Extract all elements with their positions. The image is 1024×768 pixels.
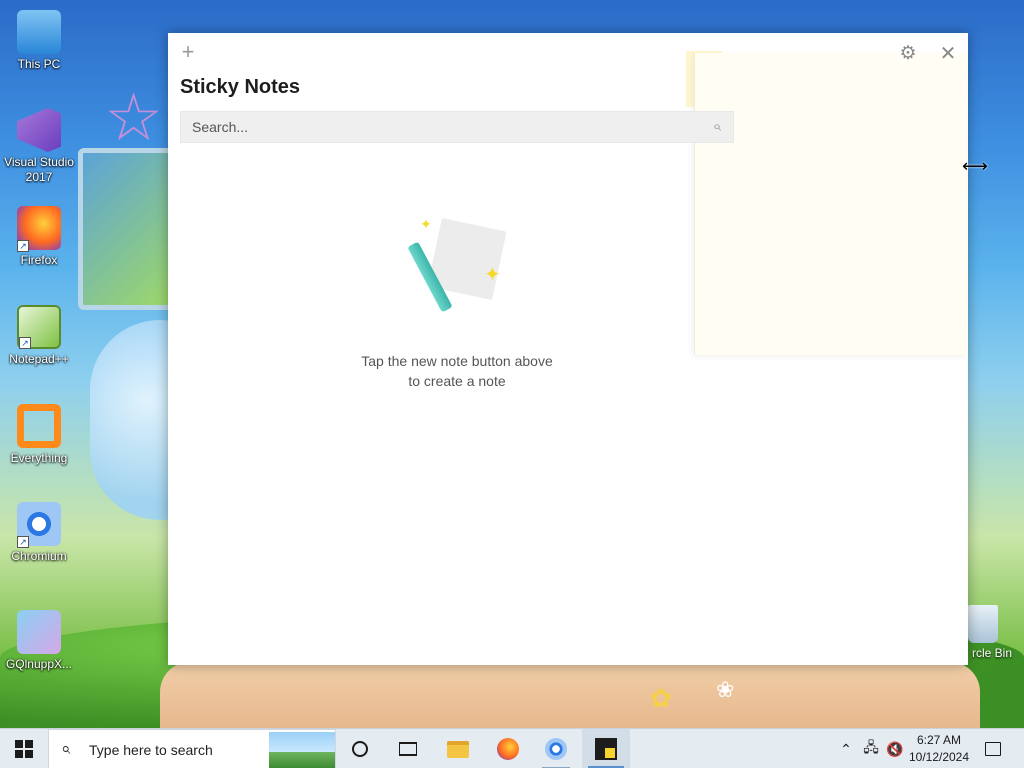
volume-muted-icon: 🔇 [886,740,904,757]
desktop-icon-label: Visual Studio 2017 [4,155,74,184]
everything-icon [17,404,61,448]
desktop-icon-label: Firefox [20,253,58,267]
taskbar-search-box[interactable]: ⌕ Type here to search [48,729,336,768]
chromium-icon: ↗ [17,502,61,548]
shortcut-arrow-icon: ↗ [17,536,29,548]
sticky-notes-icon [595,738,617,760]
wallpaper-ground [160,662,980,730]
empty-state-line: to create a note [408,373,506,389]
desktop-icon-label: rcle Bin [971,646,1012,660]
sparkle-icon: ✦ [484,264,501,286]
desktop-icon-label: GQlnuppX... [5,657,73,671]
wallpaper-frame [78,148,174,310]
taskbar: ⌕ Type here to search ⌃ 🖧 🔇 6:27 AM 10/1… [0,728,1024,768]
desktop-icon-firefox[interactable]: ↗ Firefox [2,206,76,268]
search-highlight-image [269,732,335,768]
desktop-icon-this-pc[interactable]: This PC [2,10,76,72]
recycle-bin-icon [968,605,998,643]
search-icon[interactable]: ⌕ [707,117,727,137]
windows-logo-icon [15,740,33,758]
desktop-icon-label: Notepad++ [9,352,69,366]
sparkle-icon: ✦ [420,216,432,232]
desktop-icon-notepad-plus-plus[interactable]: ↗ Notepad++ [2,305,76,367]
desktop-icon-label: Chromium [11,549,67,563]
file-explorer-button[interactable] [434,729,482,768]
desktop-icon-label: Everything [10,451,68,465]
plus-icon: + [181,39,195,64]
network-button[interactable]: 🖧 [860,729,882,768]
start-button[interactable] [0,729,48,768]
resize-cursor-icon: ⟷ [962,156,988,176]
sticky-notes-window: + ⚙ ✕ Sticky Notes ⌕ ✦ ✦ Tap the new not… [168,33,968,665]
empty-state-illustration: ✦ ✦ [406,216,510,316]
search-box[interactable]: ⌕ [180,111,734,143]
gear-icon: ⚙ [899,43,917,64]
chromium-taskbar-button[interactable] [532,729,580,768]
notepad-plus-plus-icon: ↗ [17,305,61,349]
chromium-icon [545,738,567,760]
chevron-up-icon: ⌃ [840,740,852,757]
settings-button[interactable]: ⚙ [896,42,920,66]
close-icon: ✕ [939,43,957,65]
empty-state-line: Tap the new note button above [361,353,553,369]
desktop-icon-everything[interactable]: Everything [2,404,76,466]
firefox-icon [497,738,519,760]
taskbar-search-placeholder: Type here to search [89,742,213,758]
task-view-button[interactable] [384,729,432,768]
volume-button[interactable]: 🔇 [884,729,906,768]
desktop-icon-visual-studio[interactable]: Visual Studio 2017 [2,108,76,185]
show-hidden-icons-button[interactable]: ⌃ [836,729,856,768]
desktop-icon-gqlnuppx[interactable]: GQlnuppX... [2,610,76,672]
desktop-icon-label: This PC [17,57,61,71]
new-note-button[interactable]: + [176,41,200,65]
empty-state-message: Tap the new note button above to create … [318,351,596,391]
visual-studio-icon [17,108,61,152]
action-center-button[interactable] [978,729,1008,768]
firefox-taskbar-button[interactable] [484,729,532,768]
cortana-icon [352,741,368,757]
desktop-icon-recycle-bin[interactable]: rcle Bin [960,605,1024,660]
wallpaper-flower: ✿ [650,683,672,713]
task-view-icon [399,742,417,756]
cortana-button[interactable] [336,729,384,768]
notification-icon [985,742,1001,756]
file-explorer-icon [447,740,469,758]
close-button[interactable]: ✕ [936,42,960,66]
clock-time: 6:27 AM [916,733,962,747]
page-title: Sticky Notes [180,76,301,98]
wallpaper-flower: ❀ [716,677,735,702]
shortcut-arrow-icon: ↗ [17,240,29,252]
network-icon: 🖧 [863,739,879,755]
sticky-notes-taskbar-button[interactable] [582,729,630,768]
this-pc-icon [17,10,61,54]
wallpaper-star: ☆ [104,80,164,154]
shortcut-arrow-icon: ↗ [19,337,31,349]
note-preview-panel [694,53,968,355]
search-icon: ⌕ [61,739,71,758]
clock-date: 10/12/2024 [908,750,970,764]
image-file-icon [17,610,61,654]
firefox-icon: ↗ [17,206,61,252]
taskbar-clock[interactable]: 6:27 AM 10/12/2024 [906,732,972,766]
search-input[interactable] [181,112,701,142]
desktop-icon-chromium[interactable]: ↗ Chromium [2,502,76,564]
